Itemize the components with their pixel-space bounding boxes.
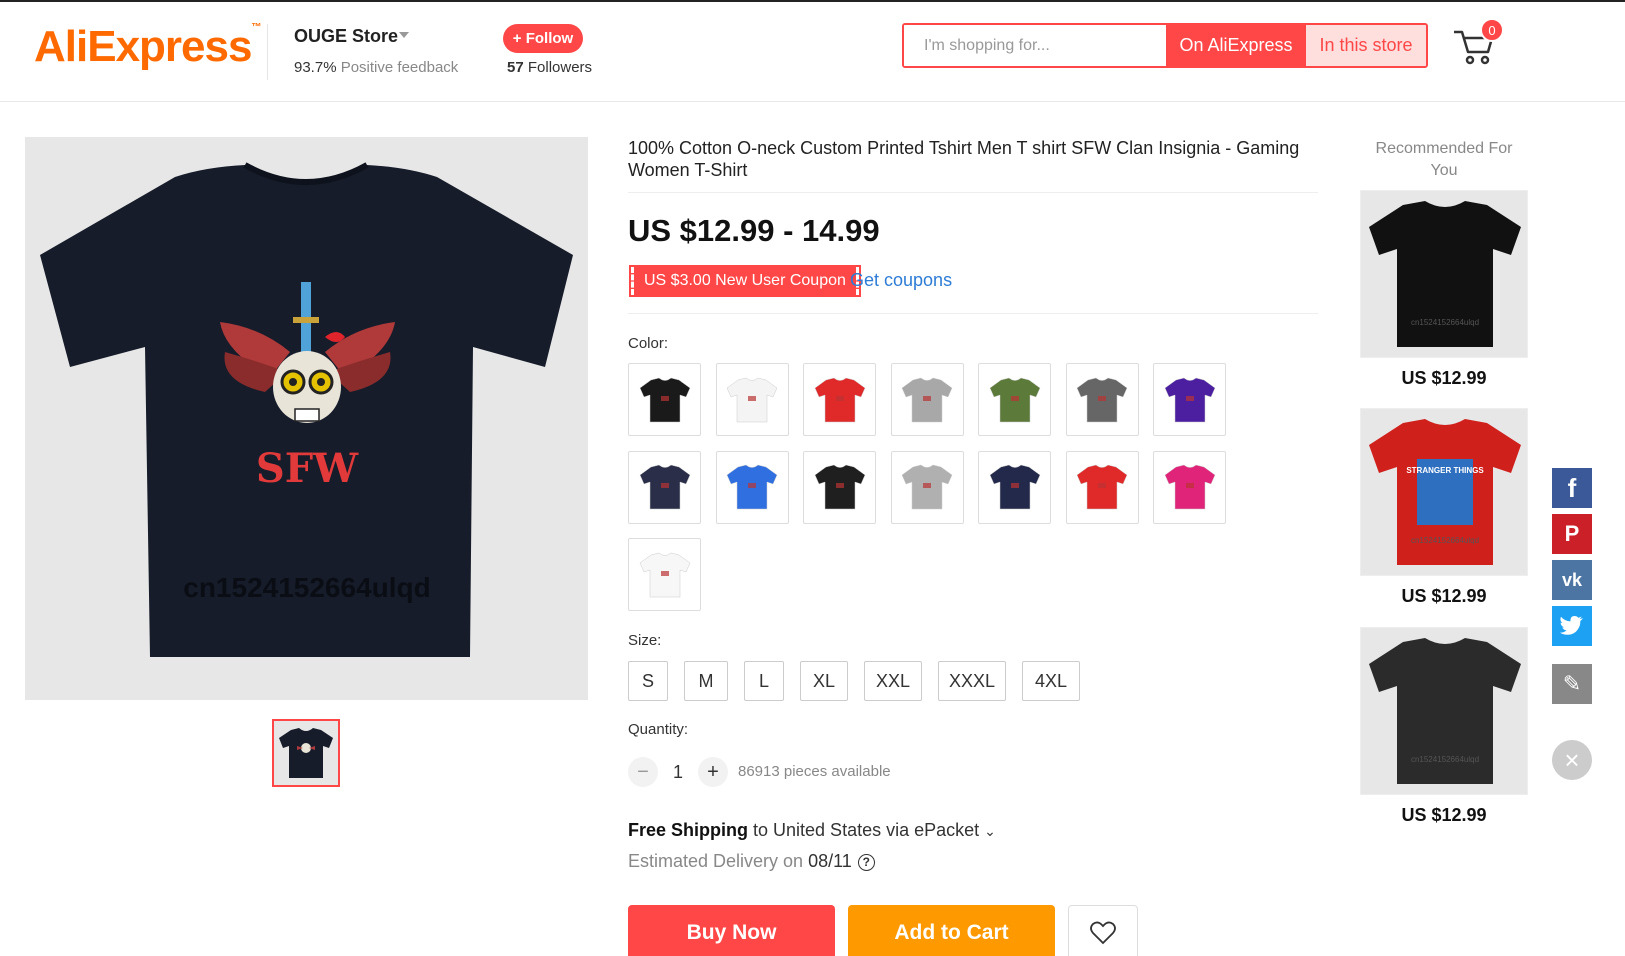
color-label: Color: [628,335,669,352]
quantity-increase-button[interactable]: + [698,757,728,787]
quantity-label: Quantity: [628,721,689,738]
size-option-s[interactable]: S [628,661,668,701]
size-option-xl[interactable]: XL [800,661,848,701]
tshirt-swatch-image [1076,377,1128,422]
pieces-available: 86913 pieces available [738,763,891,780]
recommended-item-price: US $12.99 [1401,368,1487,388]
tshirt-swatch-image [814,464,865,510]
main-product-image[interactable]: SFW cn1524152664ulqd [25,137,588,700]
facebook-share-icon[interactable]: f [1552,468,1592,508]
cart-count-badge: 0 [1480,18,1504,42]
store-header: AliExpress™ OUGE Store 93.7% Positive fe… [0,0,1625,102]
color-swatch[interactable] [890,363,964,436]
tshirt-swatch-image [639,464,690,510]
search-box: On AliExpress In this store [902,23,1428,68]
size-option-l[interactable]: L [744,661,784,701]
image-thumbnail[interactable] [272,719,340,787]
tshirt-swatch-image [901,464,953,510]
tshirt-swatch-image [1076,464,1128,510]
twitter-share-icon[interactable] [1552,606,1592,646]
follow-button[interactable]: + Follow [503,24,583,53]
recommended-tshirt-image: STRANGER THINGS cn1524152664ulqd [1369,419,1521,565]
size-option-4xl[interactable]: 4XL [1022,661,1080,701]
header-divider [267,24,268,80]
tshirt-swatch-image [989,464,1040,510]
image-watermark: cn1524152664ulqd [183,572,431,603]
color-swatch[interactable] [628,450,701,524]
color-swatch[interactable] [978,450,1051,524]
pinterest-share-icon[interactable]: P [1552,514,1592,554]
recommended-item-image[interactable]: cn1524152664ulqd [1360,627,1528,795]
recommended-item-price: US $12.99 [1401,586,1487,606]
color-swatch[interactable] [628,363,701,436]
get-coupons-link[interactable]: Get coupons [850,270,952,291]
followers-count: 57 Followers [507,59,593,76]
recommended-item-image[interactable]: STRANGER THINGS cn1524152664ulqd [1360,408,1528,576]
recommended-print-text: STRANGER THINGS [1406,466,1484,475]
product-price: US $12.99 - 14.99 [628,213,880,248]
size-option-xxxl[interactable]: XXXL [938,661,1006,701]
recommended-tshirt-image: cn1524152664ulqd [1369,201,1521,347]
color-swatch[interactable] [803,363,876,436]
size-label: Size: [628,632,662,649]
tshirt-swatch-image [726,377,778,422]
help-icon[interactable]: ? [857,853,875,871]
tshirt-swatch-image [989,377,1040,422]
color-swatch[interactable] [803,450,876,524]
quantity-value[interactable]: 1 [673,762,683,783]
buy-now-button[interactable]: Buy Now [628,905,835,956]
aliexpress-logo[interactable]: AliExpress™ [34,22,261,72]
estimated-delivery: Estimated Delivery on 08/11? [628,851,875,872]
store-name[interactable]: OUGE Store [294,26,398,47]
color-swatch[interactable] [890,450,964,524]
size-option-xxl[interactable]: XXL [864,661,922,701]
recommended-item-image[interactable]: cn1524152664ulqd [1360,190,1528,358]
chevron-down-icon[interactable]: ⌄ [984,823,996,839]
color-swatch[interactable] [1065,363,1139,436]
tshirt-image: SFW cn1524152664ulqd [40,162,573,657]
recommended-watermark: cn1524152664ulqd [1411,536,1479,545]
close-social-icon[interactable]: × [1552,740,1592,780]
color-swatch[interactable] [715,450,789,524]
color-swatch[interactable] [1153,363,1226,436]
search-input[interactable] [904,25,1166,66]
size-option-m[interactable]: M [684,661,728,701]
search-on-aliexpress-button[interactable]: On AliExpress [1166,25,1306,66]
tshirt-swatch-image [1164,377,1215,422]
store-dropdown-caret-icon[interactable] [399,32,409,38]
new-user-coupon[interactable]: US $3.00 New User Coupon [629,265,861,297]
color-swatch[interactable] [1153,450,1226,524]
tshirt-swatch-image [639,552,690,597]
color-swatch[interactable] [628,538,701,611]
product-title: 100% Cotton O-neck Custom Printed Tshirt… [628,138,1300,180]
edit-icon[interactable]: ✎ [1552,664,1592,704]
tshirt-swatch-image [639,377,690,422]
recommended-watermark: cn1524152664ulqd [1411,318,1479,327]
page: AliExpress™ OUGE Store 93.7% Positive fe… [0,0,1625,956]
heart-icon [1090,921,1116,944]
tshirt-swatch-image [901,377,953,422]
store-feedback: 93.7% Positive feedback [294,59,459,76]
search-in-store-button[interactable]: In this store [1306,25,1426,66]
vk-share-icon[interactable]: vk [1552,560,1592,600]
divider [628,192,1318,193]
wishlist-button[interactable] [1068,905,1138,956]
tshirt-swatch-image [1164,464,1215,510]
color-swatch[interactable] [1065,450,1139,524]
recommended-tshirt-image: cn1524152664ulqd [1369,638,1521,784]
recommended-item-price: US $12.99 [1401,805,1487,825]
shipping-info[interactable]: Free Shipping to United States via ePack… [628,820,996,841]
quantity-decrease-button[interactable]: − [628,757,658,787]
recommended-title: Recommended For You [1375,140,1513,179]
color-swatch[interactable] [978,363,1051,436]
tshirt-swatch-image [726,464,778,510]
divider [628,313,1318,314]
color-swatch[interactable] [715,363,789,436]
add-to-cart-button[interactable]: Add to Cart [848,905,1055,956]
thumbnail-tshirt-image [279,728,333,778]
twitter-bird-icon [1560,616,1583,635]
tshirt-swatch-image [814,377,865,422]
recommended-watermark: cn1524152664ulqd [1411,755,1479,764]
tshirt-print-text: SFW [256,445,359,492]
